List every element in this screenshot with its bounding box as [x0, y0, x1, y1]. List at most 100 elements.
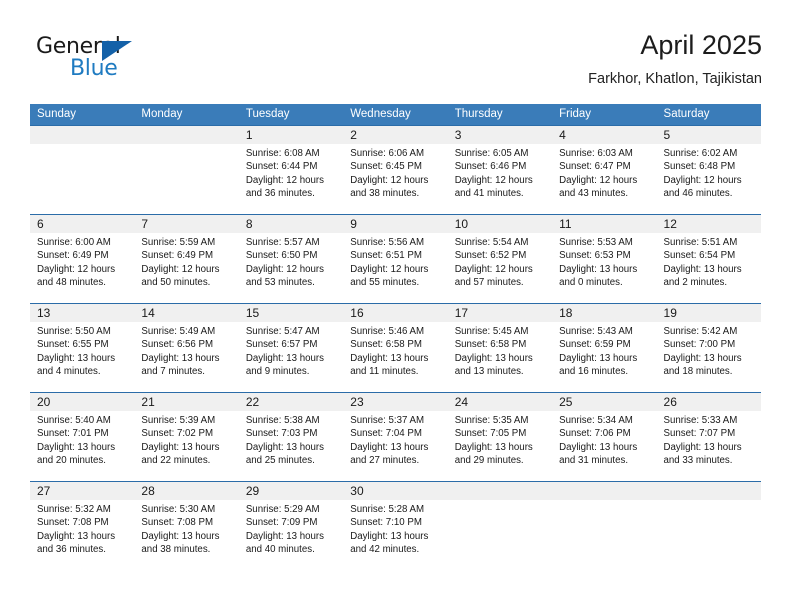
- day-cell[interactable]: 24 Sunrise: 5:35 AM Sunset: 7:05 PM Dayl…: [447, 393, 553, 481]
- title-block: April 2025 Farkhor, Khatlon, Tajikistan: [588, 28, 762, 90]
- daylight-text-line2: and 43 minutes.: [559, 188, 629, 200]
- day-details: Sunrise: 5:30 AM Sunset: 7:08 PM Dayligh…: [134, 500, 238, 557]
- day-cell[interactable]: 30 Sunrise: 5:28 AM Sunset: 7:10 PM Dayl…: [343, 482, 448, 570]
- daylight-text-line1: Daylight: 12 hours: [141, 263, 220, 275]
- sunrise-text: Sunrise: 5:53 AM: [559, 237, 633, 248]
- day-cell[interactable]: 4 Sunrise: 6:03 AM Sunset: 6:47 PM Dayli…: [552, 126, 657, 214]
- daylight-text-line2: and 13 minutes.: [454, 366, 524, 378]
- day-cell[interactable]: 20 Sunrise: 5:40 AM Sunset: 7:01 PM Dayl…: [30, 393, 135, 481]
- day-cell[interactable]: 22 Sunrise: 5:38 AM Sunset: 7:03 PM Dayl…: [238, 393, 344, 481]
- day-cell[interactable]: 21 Sunrise: 5:39 AM Sunset: 7:02 PM Dayl…: [134, 393, 239, 481]
- day-cell[interactable]: 28 Sunrise: 5:30 AM Sunset: 7:08 PM Dayl…: [134, 482, 239, 570]
- daylight-text-line2: and 2 minutes.: [663, 277, 728, 289]
- sunset-text: Sunset: 6:59 PM: [559, 339, 631, 351]
- sunset-text: Sunset: 6:55 PM: [37, 339, 109, 351]
- day-cell[interactable]: 17 Sunrise: 5:45 AM Sunset: 6:58 PM Dayl…: [447, 304, 553, 392]
- day-cell[interactable]: [30, 126, 135, 214]
- daylight-text-line2: and 11 minutes.: [350, 366, 419, 378]
- sunrise-text: Sunrise: 5:59 AM: [141, 237, 216, 248]
- daylight-text-line2: and 22 minutes.: [141, 455, 211, 467]
- daylight-text-line1: Daylight: 13 hours: [245, 441, 324, 453]
- sunrise-text: Sunrise: 6:00 AM: [37, 237, 111, 248]
- sunset-text: Sunset: 7:09 PM: [245, 517, 318, 529]
- sunrise-text: Sunrise: 5:37 AM: [350, 415, 425, 426]
- sunset-text: Sunset: 7:01 PM: [37, 428, 109, 440]
- sunrise-text: Sunrise: 5:50 AM: [37, 326, 111, 337]
- day-cell[interactable]: 2 Sunrise: 6:06 AM Sunset: 6:45 PM Dayli…: [343, 126, 448, 214]
- sunrise-text: Sunrise: 5:32 AM: [37, 504, 111, 515]
- weekday-header-row: Sunday Monday Tuesday Wednesday Thursday…: [30, 104, 761, 125]
- day-cell[interactable]: 18 Sunrise: 5:43 AM Sunset: 6:59 PM Dayl…: [552, 304, 657, 392]
- daylight-text-line1: Daylight: 13 hours: [559, 263, 638, 275]
- sunrise-text: Sunrise: 5:43 AM: [559, 326, 633, 337]
- day-cell[interactable]: 14 Sunrise: 5:49 AM Sunset: 6:56 PM Dayl…: [134, 304, 239, 392]
- day-cell[interactable]: 10 Sunrise: 5:54 AM Sunset: 6:52 PM Dayl…: [447, 215, 553, 303]
- day-number: 21: [134, 393, 239, 411]
- general-blue-logo[interactable]: General Blue: [36, 34, 166, 86]
- day-cell[interactable]: [656, 482, 761, 570]
- daylight-text-line1: Daylight: 13 hours: [141, 352, 220, 364]
- day-details: Sunrise: 5:29 AM Sunset: 7:09 PM Dayligh…: [239, 500, 343, 557]
- daylight-text-line1: Daylight: 12 hours: [245, 263, 324, 275]
- day-details: Sunrise: 5:28 AM Sunset: 7:10 PM Dayligh…: [343, 500, 447, 557]
- day-details: Sunrise: 5:32 AM Sunset: 7:08 PM Dayligh…: [30, 500, 134, 557]
- daylight-text-line2: and 16 minutes.: [559, 366, 629, 378]
- sunset-text: Sunset: 7:10 PM: [350, 517, 422, 529]
- day-number: [30, 126, 135, 144]
- daylight-text-line2: and 46 minutes.: [663, 188, 733, 200]
- day-cell[interactable]: 19 Sunrise: 5:42 AM Sunset: 7:00 PM Dayl…: [656, 304, 761, 392]
- day-details: Sunrise: 5:57 AM Sunset: 6:50 PM Dayligh…: [239, 233, 343, 290]
- sunset-text: Sunset: 6:47 PM: [559, 161, 631, 173]
- daylight-text-line2: and 33 minutes.: [663, 455, 733, 467]
- daylight-text-line2: and 38 minutes.: [350, 188, 420, 200]
- day-cell[interactable]: 25 Sunrise: 5:34 AM Sunset: 7:06 PM Dayl…: [552, 393, 657, 481]
- day-details: Sunrise: 5:39 AM Sunset: 7:02 PM Dayligh…: [134, 411, 238, 468]
- sunset-text: Sunset: 7:06 PM: [559, 428, 631, 440]
- day-details: Sunrise: 5:50 AM Sunset: 6:55 PM Dayligh…: [30, 322, 134, 379]
- day-cell[interactable]: 3 Sunrise: 6:05 AM Sunset: 6:46 PM Dayli…: [447, 126, 553, 214]
- sunrise-text: Sunrise: 5:57 AM: [245, 237, 320, 248]
- sunset-text: Sunset: 7:00 PM: [663, 339, 736, 351]
- day-cell[interactable]: [552, 482, 657, 570]
- daylight-text-line2: and 0 minutes.: [559, 277, 623, 289]
- day-cell[interactable]: 29 Sunrise: 5:29 AM Sunset: 7:09 PM Dayl…: [238, 482, 344, 570]
- day-cell[interactable]: 7 Sunrise: 5:59 AM Sunset: 6:49 PM Dayli…: [134, 215, 239, 303]
- daylight-text-line1: Daylight: 13 hours: [559, 441, 638, 453]
- day-number: 25: [552, 393, 657, 411]
- weekday-monday: Monday: [141, 108, 183, 120]
- weekday-sunday: Sunday: [37, 108, 77, 120]
- day-cell[interactable]: 27 Sunrise: 5:32 AM Sunset: 7:08 PM Dayl…: [30, 482, 135, 570]
- day-cell[interactable]: 15 Sunrise: 5:47 AM Sunset: 6:57 PM Dayl…: [238, 304, 344, 392]
- day-cell[interactable]: 16 Sunrise: 5:46 AM Sunset: 6:58 PM Dayl…: [343, 304, 448, 392]
- day-cell[interactable]: 11 Sunrise: 5:53 AM Sunset: 6:53 PM Dayl…: [552, 215, 657, 303]
- sunrise-text: Sunrise: 6:05 AM: [454, 148, 529, 159]
- day-cell[interactable]: 1 Sunrise: 6:08 AM Sunset: 6:44 PM Dayli…: [238, 126, 344, 214]
- day-cell[interactable]: [447, 482, 553, 570]
- daylight-text-line2: and 27 minutes.: [350, 455, 420, 467]
- daylight-text-line1: Daylight: 13 hours: [245, 530, 324, 542]
- weekday-wednesday: Wednesday: [350, 108, 411, 120]
- day-number: 30: [343, 482, 448, 500]
- day-number: 10: [447, 215, 553, 233]
- day-cell[interactable]: 26 Sunrise: 5:33 AM Sunset: 7:07 PM Dayl…: [656, 393, 761, 481]
- day-cell[interactable]: 8 Sunrise: 5:57 AM Sunset: 6:50 PM Dayli…: [238, 215, 344, 303]
- day-details: Sunrise: 5:47 AM Sunset: 6:57 PM Dayligh…: [239, 322, 343, 379]
- day-cell[interactable]: 12 Sunrise: 5:51 AM Sunset: 6:54 PM Dayl…: [656, 215, 761, 303]
- sunset-text: Sunset: 6:58 PM: [454, 339, 527, 351]
- sunset-text: Sunset: 6:49 PM: [141, 250, 214, 262]
- day-cell[interactable]: 5 Sunrise: 6:02 AM Sunset: 6:48 PM Dayli…: [656, 126, 761, 214]
- week-row: 20 Sunrise: 5:40 AM Sunset: 7:01 PM Dayl…: [30, 392, 761, 481]
- logo-text-blue: Blue: [70, 56, 118, 81]
- day-number: 19: [656, 304, 761, 322]
- day-cell[interactable]: 9 Sunrise: 5:56 AM Sunset: 6:51 PM Dayli…: [343, 215, 448, 303]
- day-cell[interactable]: 23 Sunrise: 5:37 AM Sunset: 7:04 PM Dayl…: [343, 393, 448, 481]
- day-cell[interactable]: 13 Sunrise: 5:50 AM Sunset: 6:55 PM Dayl…: [30, 304, 135, 392]
- daylight-text-line1: Daylight: 13 hours: [350, 441, 429, 453]
- sunset-text: Sunset: 6:52 PM: [454, 250, 527, 262]
- daylight-text-line1: Daylight: 13 hours: [245, 352, 324, 364]
- sunrise-text: Sunrise: 5:38 AM: [245, 415, 320, 426]
- day-cell[interactable]: 6 Sunrise: 6:00 AM Sunset: 6:49 PM Dayli…: [30, 215, 135, 303]
- location-subtitle: Farkhor, Khatlon, Tajikistan: [588, 71, 762, 87]
- sunset-text: Sunset: 7:02 PM: [141, 428, 214, 440]
- day-cell[interactable]: [134, 126, 239, 214]
